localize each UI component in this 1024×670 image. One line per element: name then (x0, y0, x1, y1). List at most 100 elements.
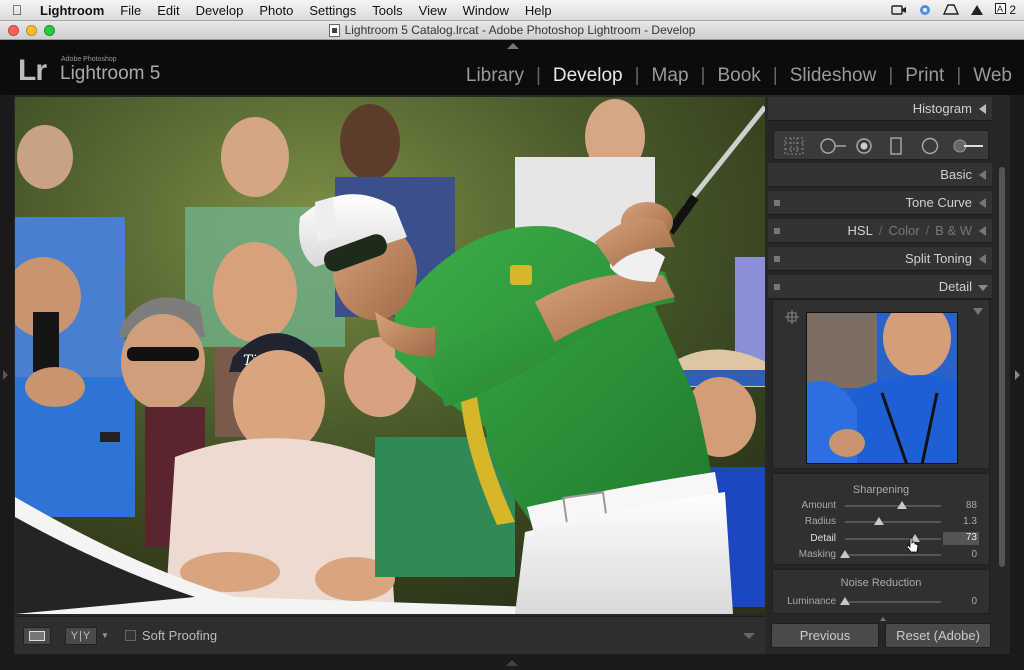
slider-luminance-value[interactable]: 0 (943, 596, 979, 607)
soft-proofing-label: Soft Proofing (141, 628, 218, 643)
graduated-filter-icon[interactable] (889, 137, 903, 155)
before-after-button[interactable]: Y|Y (65, 626, 97, 645)
mac-menu-bar:  Lightroom File Edit Develop Photo Sett… (0, 0, 1024, 21)
slider-masking-track[interactable] (845, 554, 941, 556)
module-map[interactable]: Map (640, 65, 701, 87)
detail-collapse-icon[interactable] (978, 285, 988, 291)
slider-luminance: Luminance 0 (773, 594, 991, 610)
split-toning-expand-icon[interactable] (979, 254, 986, 264)
menu-settings[interactable]: Settings (301, 3, 364, 18)
slider-radius-track[interactable] (845, 521, 941, 523)
slider-radius-value[interactable]: 1.3 (943, 516, 979, 527)
slider-detail-value[interactable]: 73 (943, 532, 979, 545)
adobe-icon[interactable] (969, 4, 985, 16)
slider-detail-label: Detail (810, 533, 836, 544)
menu-app[interactable]: Lightroom (34, 3, 112, 18)
before-after-dropdown-icon[interactable]: ▼ (101, 631, 109, 640)
target-crosshair-icon[interactable] (785, 310, 799, 324)
tone-curve-toggle[interactable] (774, 200, 780, 206)
slider-luminance-knob[interactable] (840, 597, 850, 605)
slider-amount-value[interactable]: 88 (943, 500, 979, 511)
panel-end-marker-icon (880, 617, 886, 621)
slider-amount: Amount 88 (773, 498, 991, 514)
module-library[interactable]: Library (454, 65, 536, 87)
panel-basic-header[interactable]: Basic (768, 163, 992, 187)
develop-toolbar: Y|Y ▼ Soft Proofing (15, 616, 765, 654)
menu-edit[interactable]: Edit (149, 3, 187, 18)
preview-menu-icon[interactable] (973, 308, 983, 315)
tab-hsl[interactable]: HSL (848, 223, 873, 238)
slider-luminance-label: Luminance (787, 596, 836, 607)
slider-detail: Detail 73 (773, 531, 991, 553)
detail-zoom-preview[interactable] (806, 312, 958, 464)
panel-hsl-header[interactable]: HSL / Color / B & W (768, 219, 992, 243)
zoom-window-button[interactable] (44, 25, 55, 36)
collapse-right-panel-icon[interactable] (1015, 370, 1020, 380)
slider-masking-knob[interactable] (840, 550, 850, 558)
spot-removal-icon[interactable] (819, 137, 847, 155)
panel-split-toning-header[interactable]: Split Toning (768, 247, 992, 271)
tray-badge: A 2 (994, 3, 1016, 17)
sync-icon[interactable] (917, 4, 933, 16)
reset-button[interactable]: Reset (Adobe) (885, 623, 991, 648)
soft-proofing-checkbox[interactable] (124, 630, 136, 641)
menu-help[interactable]: Help (517, 3, 560, 18)
radial-filter-icon[interactable] (920, 137, 940, 155)
right-panel-edge[interactable] (1010, 95, 1024, 670)
tone-curve-expand-icon[interactable] (979, 198, 986, 208)
window-title-bar: Lightroom 5 Catalog.lrcat - Adobe Photos… (0, 21, 1024, 40)
right-panel-scrollbar[interactable] (996, 97, 1008, 614)
left-panel-collapsed[interactable] (0, 95, 14, 670)
slider-amount-track[interactable] (845, 505, 941, 507)
tab-bw[interactable]: B & W (935, 223, 972, 238)
module-web[interactable]: Web (961, 65, 1012, 87)
hsl-toggle[interactable] (774, 228, 780, 234)
slider-masking-value[interactable]: 0 (943, 549, 979, 560)
detail-toggle[interactable] (774, 284, 780, 290)
split-toning-toggle[interactable] (774, 256, 780, 262)
module-book[interactable]: Book (705, 65, 772, 87)
adjustment-brush-icon[interactable] (952, 137, 984, 155)
menu-window[interactable]: Window (455, 3, 517, 18)
facetime-icon[interactable] (891, 4, 907, 16)
basic-expand-icon[interactable] (979, 170, 986, 180)
module-print[interactable]: Print (893, 65, 956, 87)
panel-histogram-header[interactable]: Histogram (768, 97, 992, 121)
photo-canvas[interactable]: Titleist (15, 97, 765, 614)
minimize-window-button[interactable] (26, 25, 37, 36)
histogram-collapse-icon[interactable] (979, 104, 986, 114)
slider-amount-label: Amount (801, 500, 836, 511)
close-window-button[interactable] (8, 25, 19, 36)
scrollbar-thumb[interactable] (999, 167, 1005, 567)
loupe-view-button[interactable] (23, 626, 51, 645)
slider-radius: Radius 1.3 (773, 514, 991, 530)
slider-luminance-track[interactable] (845, 601, 941, 603)
sharpening-title: Sharpening (852, 484, 910, 496)
red-eye-icon[interactable] (854, 137, 874, 155)
toolbar-content-menu-icon[interactable] (743, 632, 755, 639)
menu-file[interactable]: File (112, 3, 149, 18)
crop-overlay-icon[interactable] (784, 137, 804, 155)
menu-develop[interactable]: Develop (188, 3, 252, 18)
collapse-top-panel-icon[interactable] (507, 43, 519, 49)
module-develop[interactable]: Develop (541, 65, 635, 87)
menu-photo[interactable]: Photo (251, 3, 301, 18)
expand-left-panel-icon[interactable] (3, 370, 8, 380)
slider-masking-label: Masking (798, 549, 836, 560)
panel-tone-curve-header[interactable]: Tone Curve (768, 191, 992, 215)
slider-detail-track[interactable] (845, 538, 941, 540)
menu-view[interactable]: View (411, 3, 455, 18)
hsl-expand-icon[interactable] (979, 226, 986, 236)
expand-filmstrip-icon[interactable] (506, 660, 518, 666)
previous-button[interactable]: Previous (771, 623, 879, 648)
panel-detail-header[interactable]: Detail (768, 275, 992, 299)
tab-color[interactable]: Color (888, 223, 919, 238)
menu-tools[interactable]: Tools (364, 3, 410, 18)
filmstrip-collapsed[interactable] (0, 654, 1024, 670)
apple-icon[interactable]:  (0, 2, 34, 18)
slider-radius-knob[interactable] (873, 517, 884, 525)
slider-amount-knob[interactable] (896, 501, 907, 509)
module-slideshow[interactable]: Slideshow (778, 65, 889, 87)
google-drive-icon[interactable] (942, 4, 959, 16)
window-controls (8, 25, 55, 36)
